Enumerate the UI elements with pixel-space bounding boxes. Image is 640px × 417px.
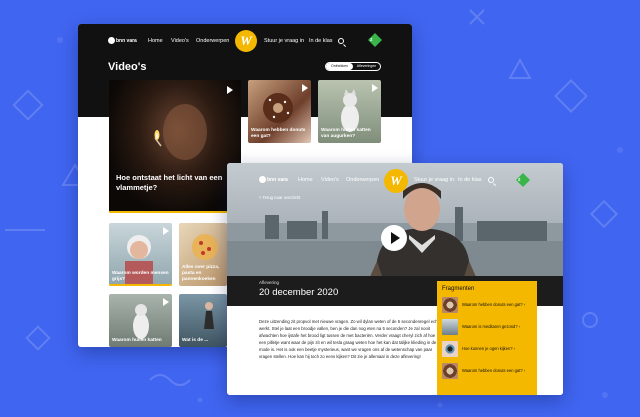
fragment-item[interactable]: Waarom hebben donuts een gat? › <box>442 296 532 314</box>
nav-videos[interactable]: Video's <box>171 38 189 44</box>
play-icon <box>391 232 400 244</box>
back-link[interactable]: < Terug naar overzicht <box>259 195 300 200</box>
fragment-label: Waarom hebben donuts een gat? <box>462 302 523 308</box>
fragment-item[interactable]: Hoe kunnen je ogen kijken? › <box>442 340 532 358</box>
fragment-thumbnail <box>442 341 458 357</box>
zapp-icon[interactable]: z <box>368 33 382 47</box>
top-nav: bnn vara Home Video's Onderwerpen W Stuu… <box>78 24 412 56</box>
video-tile[interactable]: Waarom huilen katten van augurken? <box>318 80 381 143</box>
video-tile[interactable]: Waarom worden mensen grijs? <box>109 223 172 286</box>
nav-in-de-klas[interactable]: In de klas <box>458 177 482 183</box>
nav-onderwerpen[interactable]: Onderwerpen <box>346 177 379 183</box>
episode-label: Aflevering <box>259 280 280 285</box>
tile-caption: Waarom worden mensen grijs? <box>112 271 169 282</box>
featured-caption: Hoe ontstaat het licht van een vlammetje… <box>116 173 223 192</box>
video-tile[interactable]: Waarom hebben donuts een gat? <box>248 80 311 143</box>
view-toggle[interactable]: Onthekken Afleveringen <box>325 62 381 71</box>
video-tile[interactable]: Alles over pizza, pasta en pannenkoeken <box>179 223 227 286</box>
search-icon[interactable] <box>488 177 494 183</box>
nav-in-de-klas[interactable]: In de klas <box>309 38 333 44</box>
fragment-item[interactable]: Waarom hebben donuts een gat? › <box>442 362 532 380</box>
fragment-thumbnail <box>442 297 458 313</box>
fragments-panel: Fragmenten Waarom hebben donuts een gat?… <box>437 281 537 395</box>
play-icon <box>372 84 378 92</box>
tile-progress <box>109 284 172 286</box>
nav-home[interactable]: Home <box>148 38 163 44</box>
fragments-title: Fragmenten <box>442 286 475 292</box>
nav-stuur-vraag[interactable]: Stuur je vraag in <box>414 177 454 183</box>
tile-caption: Waarom hebben donuts een gat? <box>251 128 306 139</box>
episode-page-window: bnn vara Home Video's Onderwerpen W Stuu… <box>227 163 563 395</box>
search-icon[interactable] <box>338 38 344 44</box>
brand-logo[interactable]: bnn vara <box>259 176 288 183</box>
fragment-thumbnail <box>442 319 458 335</box>
nav-onderwerpen[interactable]: Onderwerpen <box>196 38 229 44</box>
flame-illustration <box>154 104 207 160</box>
play-icon <box>163 298 169 306</box>
video-tile[interactable]: Waarom huilen katten <box>109 294 172 347</box>
fragment-item[interactable]: Waarom is meditaren gezond? › <box>442 318 532 336</box>
w-logo-badge[interactable]: W <box>384 169 408 193</box>
page-title: Video's <box>108 61 147 73</box>
tile-caption: Wat is de ... <box>182 338 209 343</box>
fragment-label: Waarom is meditaren gezond? <box>462 324 518 330</box>
tile-caption: Alles over pizza, pasta en pannenkoeken <box>182 265 220 282</box>
brand-logo[interactable]: bnn vara <box>108 37 137 44</box>
fragment-label: Hoe kunnen je ogen kijken? <box>462 346 513 352</box>
play-button[interactable] <box>381 225 407 251</box>
play-icon <box>302 84 308 92</box>
nav-videos[interactable]: Video's <box>321 177 339 183</box>
episode-description: Deze uitzending zit propvol met nieuwe v… <box>259 319 439 359</box>
tile-caption: Waarom huilen katten van augurken? <box>321 128 371 139</box>
featured-video[interactable]: Hoe ontstaat het licht van een vlammetje… <box>109 80 241 213</box>
w-logo-badge[interactable]: W <box>235 30 257 52</box>
play-icon <box>163 227 169 235</box>
fragment-thumbnail <box>442 363 458 379</box>
play-icon <box>227 86 233 94</box>
progress-bar <box>109 211 241 213</box>
toggle-onthekken[interactable]: Onthekken <box>326 63 353 70</box>
episode-title: 20 december 2020 <box>259 287 339 298</box>
fragment-label: Waarom hebben donuts een gat? <box>462 368 523 374</box>
tile-caption: Waarom huilen katten <box>112 338 162 343</box>
nav-stuur-vraag[interactable]: Stuur je vraag in <box>264 38 304 44</box>
toggle-afleveringen[interactable]: Afleveringen <box>353 63 380 70</box>
nav-home[interactable]: Home <box>298 177 313 183</box>
episode-hero[interactable]: bnn vara Home Video's Onderwerpen W Stuu… <box>227 163 563 306</box>
video-tile[interactable]: Wat is de ... <box>179 294 227 347</box>
